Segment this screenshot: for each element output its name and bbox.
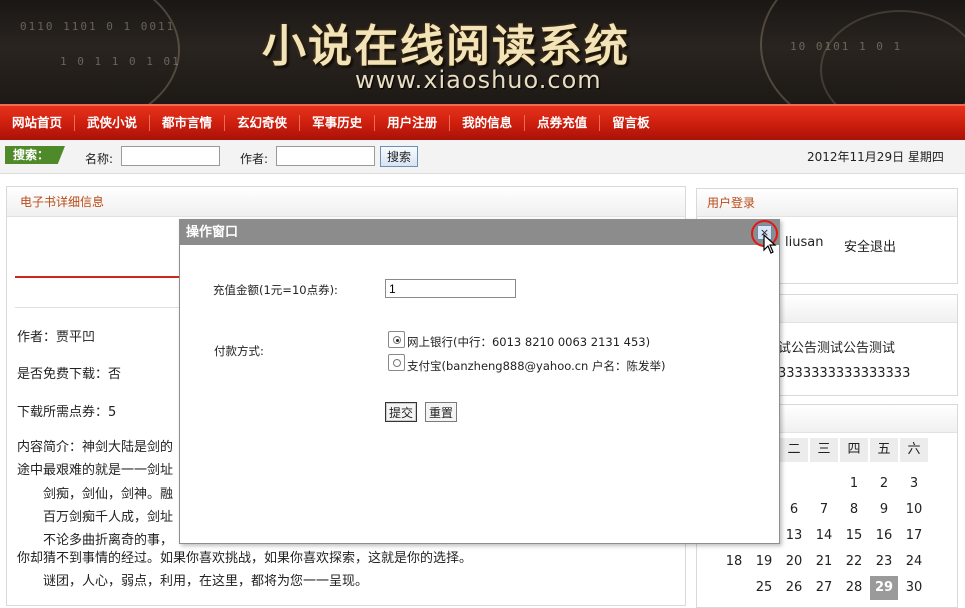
payment-method-label: 付款方式: <box>214 344 264 358</box>
calendar-day[interactable]: 3 <box>900 472 928 496</box>
dialog-title: 操作窗口 <box>180 220 779 245</box>
calendar-day-today[interactable]: 29 <box>870 576 898 600</box>
amount-input[interactable] <box>385 279 516 298</box>
amount-label: 充值金额(1元=10点券): <box>213 283 338 297</box>
book-detail-heading: 电子书详细信息 <box>7 187 685 217</box>
calendar-day[interactable]: 21 <box>810 550 838 574</box>
site-banner: 0110 1101 0 1 0011 1 0 1 1 0 1 01 10 010… <box>0 0 965 104</box>
calendar-weekday: 二 <box>780 438 808 462</box>
book-free-download: 是否免费下载：否 <box>17 367 122 382</box>
calendar-weekday: 五 <box>870 438 898 462</box>
nav-guestbook[interactable]: 留言板 <box>600 115 662 131</box>
calendar-day[interactable]: 16 <box>870 524 898 548</box>
banner-digits: 0110 1101 0 1 0011 <box>20 20 176 33</box>
calendar-day[interactable]: 24 <box>900 550 928 574</box>
summary-line: 你却猜不到事情的经过。如果你喜欢挑战，如果你喜欢探索，这就是你的选择。 <box>17 551 473 566</box>
notice-text[interactable]: 试公告测试公告测试 <box>778 337 895 356</box>
calendar-day[interactable]: 7 <box>810 498 838 522</box>
calendar-day[interactable]: 6 <box>780 498 808 522</box>
calendar-day[interactable]: 1 <box>840 472 868 496</box>
logout-link[interactable]: 安全退出 <box>844 236 896 255</box>
calendar-weekday: 三 <box>810 438 838 462</box>
reset-button[interactable]: 重置 <box>425 402 458 422</box>
summary-line: 谜团，人心，弱点，利用，在这里，都将为您一一呈现。 <box>43 574 369 589</box>
radio-unselected-icon <box>393 359 401 367</box>
login-heading: 用户登录 <box>697 189 957 217</box>
calendar-day[interactable]: 28 <box>840 576 868 600</box>
calendar-day[interactable]: 14 <box>810 524 838 548</box>
search-bar: 搜索： 名称: 作者: 搜索 2012年11月29日 星期四 <box>0 140 965 174</box>
nav-recharge[interactable]: 点券充值 <box>525 115 601 131</box>
calendar-day[interactable]: 30 <box>900 576 928 600</box>
calendar-day[interactable]: 8 <box>840 498 868 522</box>
nav-register[interactable]: 用户注册 <box>375 115 451 131</box>
calendar-day[interactable]: 20 <box>780 550 808 574</box>
summary-line: 百万剑痴千人成，剑址 <box>43 510 174 525</box>
bank-radio[interactable] <box>388 331 405 348</box>
author-label: 作者: <box>240 152 269 166</box>
calendar-weekday: 四 <box>840 438 868 462</box>
search-tag: 搜索： <box>5 146 65 164</box>
banner-digits: 1 0 1 1 0 1 01 <box>60 55 181 68</box>
nav-my-info[interactable]: 我的信息 <box>450 115 526 131</box>
calendar-weekday: 六 <box>900 438 928 462</box>
main-nav: 网站首页 武侠小说 都市言情 玄幻奇侠 军事历史 用户注册 我的信息 点券充值 … <box>0 104 965 140</box>
radio-selected-icon <box>393 336 401 344</box>
calendar-day[interactable]: 10 <box>900 498 928 522</box>
calendar-day[interactable]: 17 <box>900 524 928 548</box>
calendar-day[interactable]: 2 <box>870 472 898 496</box>
mouse-cursor-icon <box>763 234 777 254</box>
calendar-day[interactable]: 13 <box>780 524 808 548</box>
nav-wuxia[interactable]: 武侠小说 <box>75 115 151 131</box>
banner-decoration <box>0 0 180 104</box>
book-coupons-needed: 下载所需点券：5 <box>17 405 117 420</box>
calendar-day[interactable]: 9 <box>870 498 898 522</box>
summary-line: 途中最艰难的就是一一剑址 <box>17 463 174 478</box>
site-title: 小说在线阅读系统 <box>262 21 630 72</box>
calendar-day[interactable]: 26 <box>780 576 808 600</box>
nav-military[interactable]: 军事历史 <box>300 115 376 131</box>
nav-home[interactable]: 网站首页 <box>0 115 76 131</box>
summary-line: 内容简介：神剑大陆是剑的 <box>17 440 174 455</box>
nav-romance[interactable]: 都市言情 <box>150 115 226 131</box>
notice-text[interactable]: 3333333333333333 <box>778 366 910 381</box>
calendar-day[interactable]: 22 <box>840 550 868 574</box>
calendar-day[interactable]: 19 <box>750 550 778 574</box>
calendar-day[interactable]: 15 <box>840 524 868 548</box>
date-display: 2012年11月29日 星期四 <box>807 150 944 164</box>
author-search-input[interactable] <box>276 146 375 166</box>
summary-line: 剑痴，剑仙，剑神。融 <box>43 487 174 502</box>
site-url: www.xiaoshuo.com <box>355 66 602 94</box>
nav-fantasy[interactable]: 玄幻奇侠 <box>225 115 301 131</box>
alipay-option-label[interactable]: 支付宝(banzheng888@yahoo.cn 户名：陈发举) <box>407 358 665 374</box>
calendar-day[interactable]: 23 <box>870 550 898 574</box>
calendar-day[interactable]: 27 <box>810 576 838 600</box>
name-label: 名称: <box>85 152 114 166</box>
summary-line: 不论多曲折离奇的事， <box>43 533 174 548</box>
bank-option-label[interactable]: 网上银行(中行：6013 8210 0063 2131 453) <box>407 334 650 350</box>
book-author: 作者：贾平凹 <box>17 330 96 345</box>
calendar-day[interactable]: 18 <box>720 550 748 574</box>
recharge-dialog: 操作窗口 × 充值金额(1元=10点券): 付款方式: 网上银行(中行：6013… <box>179 219 780 544</box>
alipay-radio[interactable] <box>388 354 405 371</box>
submit-button[interactable]: 提交 <box>385 402 418 422</box>
logged-in-username: liusan <box>785 235 824 250</box>
calendar-day[interactable]: 25 <box>750 576 778 600</box>
banner-digits: 10 0101 1 0 1 <box>790 40 903 53</box>
name-search-input[interactable] <box>121 146 220 166</box>
search-button[interactable]: 搜索 <box>380 146 418 167</box>
